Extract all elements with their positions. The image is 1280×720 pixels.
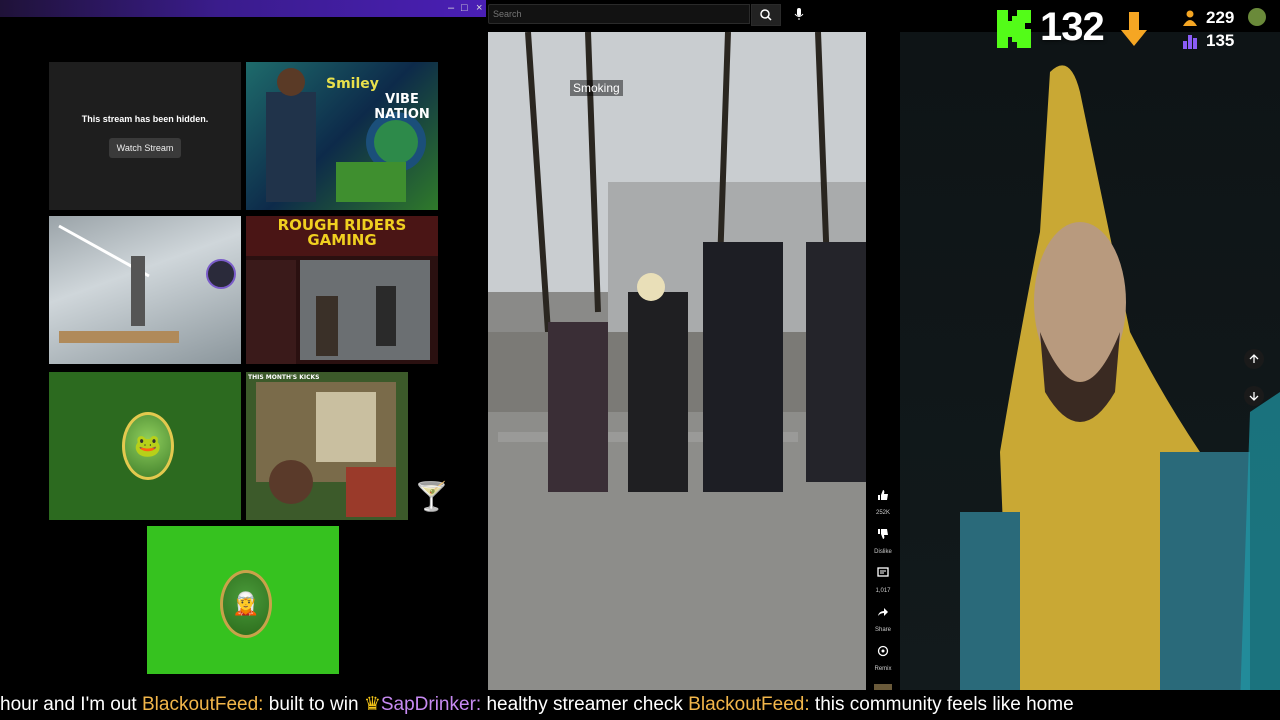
remix-button[interactable]: Remix bbox=[868, 640, 898, 672]
search-icon bbox=[760, 9, 772, 21]
vibe-title-b: VIBE NATION bbox=[374, 92, 430, 122]
cocktail-icon: 🍸 bbox=[414, 481, 449, 512]
ticker-username: SapDrinker: bbox=[380, 694, 482, 715]
bar-chart-icon bbox=[1183, 35, 1197, 49]
follower-count: 229 bbox=[1206, 8, 1235, 27]
share-label: Share bbox=[874, 627, 891, 633]
kicks-title: THIS MONTH'S KICKS bbox=[248, 374, 320, 381]
like-count: 252K bbox=[875, 510, 890, 516]
comment-count: 1,017 bbox=[875, 588, 891, 594]
close-button[interactable]: × bbox=[476, 1, 482, 15]
watch-stream-button[interactable]: Watch Stream bbox=[109, 138, 181, 158]
thumbs-up-icon bbox=[872, 484, 894, 506]
webcam-feed bbox=[900, 32, 1280, 704]
streamer-banana-costume bbox=[960, 65, 1280, 704]
frog-badge-icon: 🐸 bbox=[122, 412, 174, 480]
arrow-down-icon bbox=[1249, 392, 1259, 401]
video-label: Smoking bbox=[570, 80, 623, 96]
ticker-username: BlackoutFeed: bbox=[688, 694, 810, 715]
hidden-stream-tile: This stream has been hidden. Watch Strea… bbox=[49, 62, 241, 210]
vibe-title-a: Smiley bbox=[326, 76, 379, 92]
subscriber-count: 135 bbox=[1206, 31, 1235, 50]
comment-icon bbox=[872, 562, 894, 584]
viewer-count: 132 bbox=[1040, 5, 1105, 49]
street-scene-video bbox=[488, 32, 866, 704]
stream-tile-kicks[interactable]: THIS MONTH'S KICKS bbox=[246, 372, 408, 520]
search-button[interactable] bbox=[751, 4, 781, 26]
mic-button[interactable] bbox=[788, 4, 810, 24]
stream-tile-rough-riders[interactable]: ROUGH RIDERS GAMING bbox=[246, 216, 438, 364]
character-badge-icon: 🧝 bbox=[220, 570, 272, 638]
thumbs-down-icon bbox=[872, 523, 894, 545]
remix-icon bbox=[872, 640, 894, 662]
share-icon bbox=[872, 601, 894, 623]
arrow-up-icon bbox=[1249, 354, 1259, 363]
crown-icon: ♛ bbox=[363, 694, 381, 715]
rough-riders-title: ROUGH RIDERS GAMING bbox=[277, 216, 407, 249]
snow-game-thumbnail bbox=[58, 224, 236, 343]
chat-ticker: hour and I'm out BlackoutFeed: built to … bbox=[0, 690, 1280, 720]
remix-label: Remix bbox=[874, 666, 892, 672]
ticker-message: built to win bbox=[268, 694, 359, 715]
stream-tile-green-1[interactable]: 🐸 bbox=[49, 372, 241, 520]
ticker-message: healthy streamer check bbox=[486, 694, 683, 715]
scroll-down-button[interactable] bbox=[1244, 386, 1264, 406]
comments-button[interactable]: 1,017 bbox=[868, 562, 898, 594]
profile-avatar[interactable] bbox=[1248, 8, 1266, 26]
like-button[interactable]: 252K bbox=[868, 484, 898, 516]
multistream-window: – □ × This stream has been hidden. Watch… bbox=[0, 0, 486, 720]
kicks-thumbnail bbox=[246, 372, 408, 520]
kick-logo-icon bbox=[997, 10, 1031, 48]
minimize-button[interactable]: – bbox=[448, 1, 454, 15]
ticker-message: hour and I'm out bbox=[0, 694, 137, 715]
stream-tile-snow-game[interactable] bbox=[49, 216, 241, 364]
search-input[interactable] bbox=[488, 4, 750, 24]
scroll-up-button[interactable] bbox=[1244, 349, 1264, 369]
arrow-down-icon bbox=[1121, 12, 1147, 46]
dislike-button[interactable]: Dislike bbox=[868, 523, 898, 555]
stream-tile-green-2[interactable]: 🧝 bbox=[147, 526, 339, 674]
stream-tile-vibe-nation[interactable]: Smiley VIBE NATION bbox=[246, 62, 438, 210]
share-button[interactable]: Share bbox=[868, 601, 898, 633]
ticker-message: this community feels like home bbox=[814, 694, 1074, 715]
mic-icon bbox=[794, 8, 804, 20]
video-player[interactable] bbox=[488, 32, 866, 704]
ticker-username: BlackoutFeed: bbox=[142, 694, 264, 715]
dislike-label: Dislike bbox=[874, 549, 892, 555]
person-icon bbox=[1183, 10, 1197, 26]
window-titlebar: – □ × bbox=[0, 0, 486, 17]
hidden-stream-message: This stream has been hidden. bbox=[81, 114, 209, 124]
maximize-button[interactable]: □ bbox=[461, 1, 468, 15]
